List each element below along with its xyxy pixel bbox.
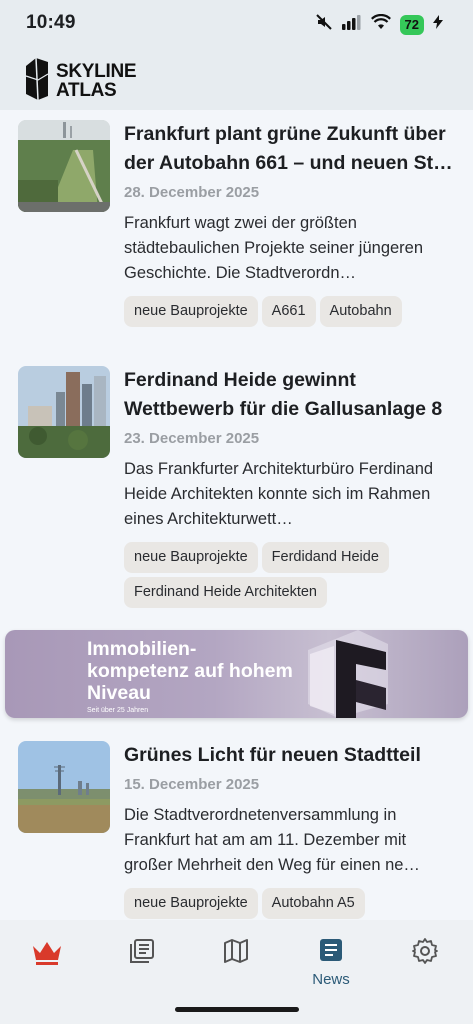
nav-label-news: News bbox=[312, 971, 350, 988]
status-time: 10:49 bbox=[26, 12, 76, 33]
nav-item-map[interactable] bbox=[206, 938, 266, 998]
tag-chip[interactable]: neue Bauprojekte bbox=[124, 542, 258, 573]
article-date: 23. December 2025 bbox=[124, 430, 260, 447]
map-icon bbox=[223, 938, 249, 969]
article-excerpt: Die Stadtverordnetenversammlung in Frank… bbox=[124, 806, 420, 874]
tag-chip[interactable]: A661 bbox=[261, 296, 316, 327]
nav-item-articles[interactable] bbox=[112, 938, 172, 998]
article-date: 15. December 2025 bbox=[124, 776, 260, 793]
article-excerpt: Das Frankfurter Architekturbüro Ferdinan… bbox=[124, 460, 434, 528]
tag-chip[interactable]: neue Bauprojekte bbox=[124, 296, 258, 327]
battery-icon: 72 bbox=[399, 14, 424, 35]
tag-chip[interactable]: Ferdidand Heide bbox=[261, 542, 389, 573]
home-indicator[interactable] bbox=[175, 1007, 299, 1012]
article-tags: neue Bauprojekte Ferdidand Heide Ferdina… bbox=[124, 542, 454, 608]
charging-icon bbox=[433, 15, 443, 34]
article-title[interactable]: Frankfurt plant grüne Zukunft über der A… bbox=[124, 120, 454, 178]
app-header: SKYLINE ATLAS bbox=[0, 46, 473, 110]
tag-chip[interactable]: Autobahn bbox=[319, 296, 402, 327]
ad-headline: Immobilien-kompetenz auf hohem Niveau bbox=[87, 638, 293, 704]
news-icon bbox=[319, 938, 343, 967]
article-tags: neue Bauprojekte Autobahn A5 bbox=[124, 888, 454, 919]
article-thumbnail[interactable] bbox=[18, 120, 110, 212]
status-icons: 72 bbox=[315, 13, 443, 36]
article-date: 28. December 2025 bbox=[124, 184, 260, 201]
status-bar: 10:49 72 bbox=[0, 0, 473, 46]
tag-chip[interactable]: Autobahn A5 bbox=[261, 888, 365, 919]
nav-item-settings[interactable] bbox=[395, 938, 455, 998]
ad-banner[interactable]: Immobilien-kompetenz auf hohem Niveau Se… bbox=[5, 630, 468, 718]
ad-logo-graphic bbox=[278, 630, 398, 718]
article-thumbnail[interactable] bbox=[18, 741, 110, 833]
article-tags: neue Bauprojekte A661 Autobahn bbox=[124, 296, 454, 327]
mute-icon bbox=[315, 13, 333, 36]
wifi-icon bbox=[370, 13, 391, 35]
news-feed[interactable]: Frankfurt plant grüne Zukunft über der A… bbox=[0, 110, 473, 920]
tag-chip[interactable]: neue Bauprojekte bbox=[124, 888, 258, 919]
articles-icon bbox=[129, 938, 155, 969]
logo-line-2: ATLAS bbox=[56, 79, 117, 101]
ad-subline: Seit über 25 Jahren bbox=[87, 707, 149, 714]
logo-line-1: SKYLINE bbox=[56, 60, 137, 82]
nav-item-crown[interactable] bbox=[17, 938, 77, 998]
crown-icon bbox=[31, 938, 63, 971]
gear-icon bbox=[412, 938, 438, 969]
article-title[interactable]: Grünes Licht für neuen Stadtteil bbox=[124, 741, 454, 770]
signal-icon bbox=[341, 14, 362, 35]
article-thumbnail[interactable] bbox=[18, 366, 110, 458]
skyline-logo-icon bbox=[24, 56, 50, 105]
logo[interactable]: SKYLINE ATLAS bbox=[24, 56, 137, 105]
nav-item-news[interactable]: News bbox=[301, 938, 361, 998]
tag-chip[interactable]: Ferdinand Heide Architekten bbox=[124, 577, 327, 608]
article-excerpt: Frankfurt wagt zwei der größten städteba… bbox=[124, 214, 424, 282]
article-title[interactable]: Ferdinand Heide gewinnt Wettbewerb für d… bbox=[124, 366, 454, 424]
